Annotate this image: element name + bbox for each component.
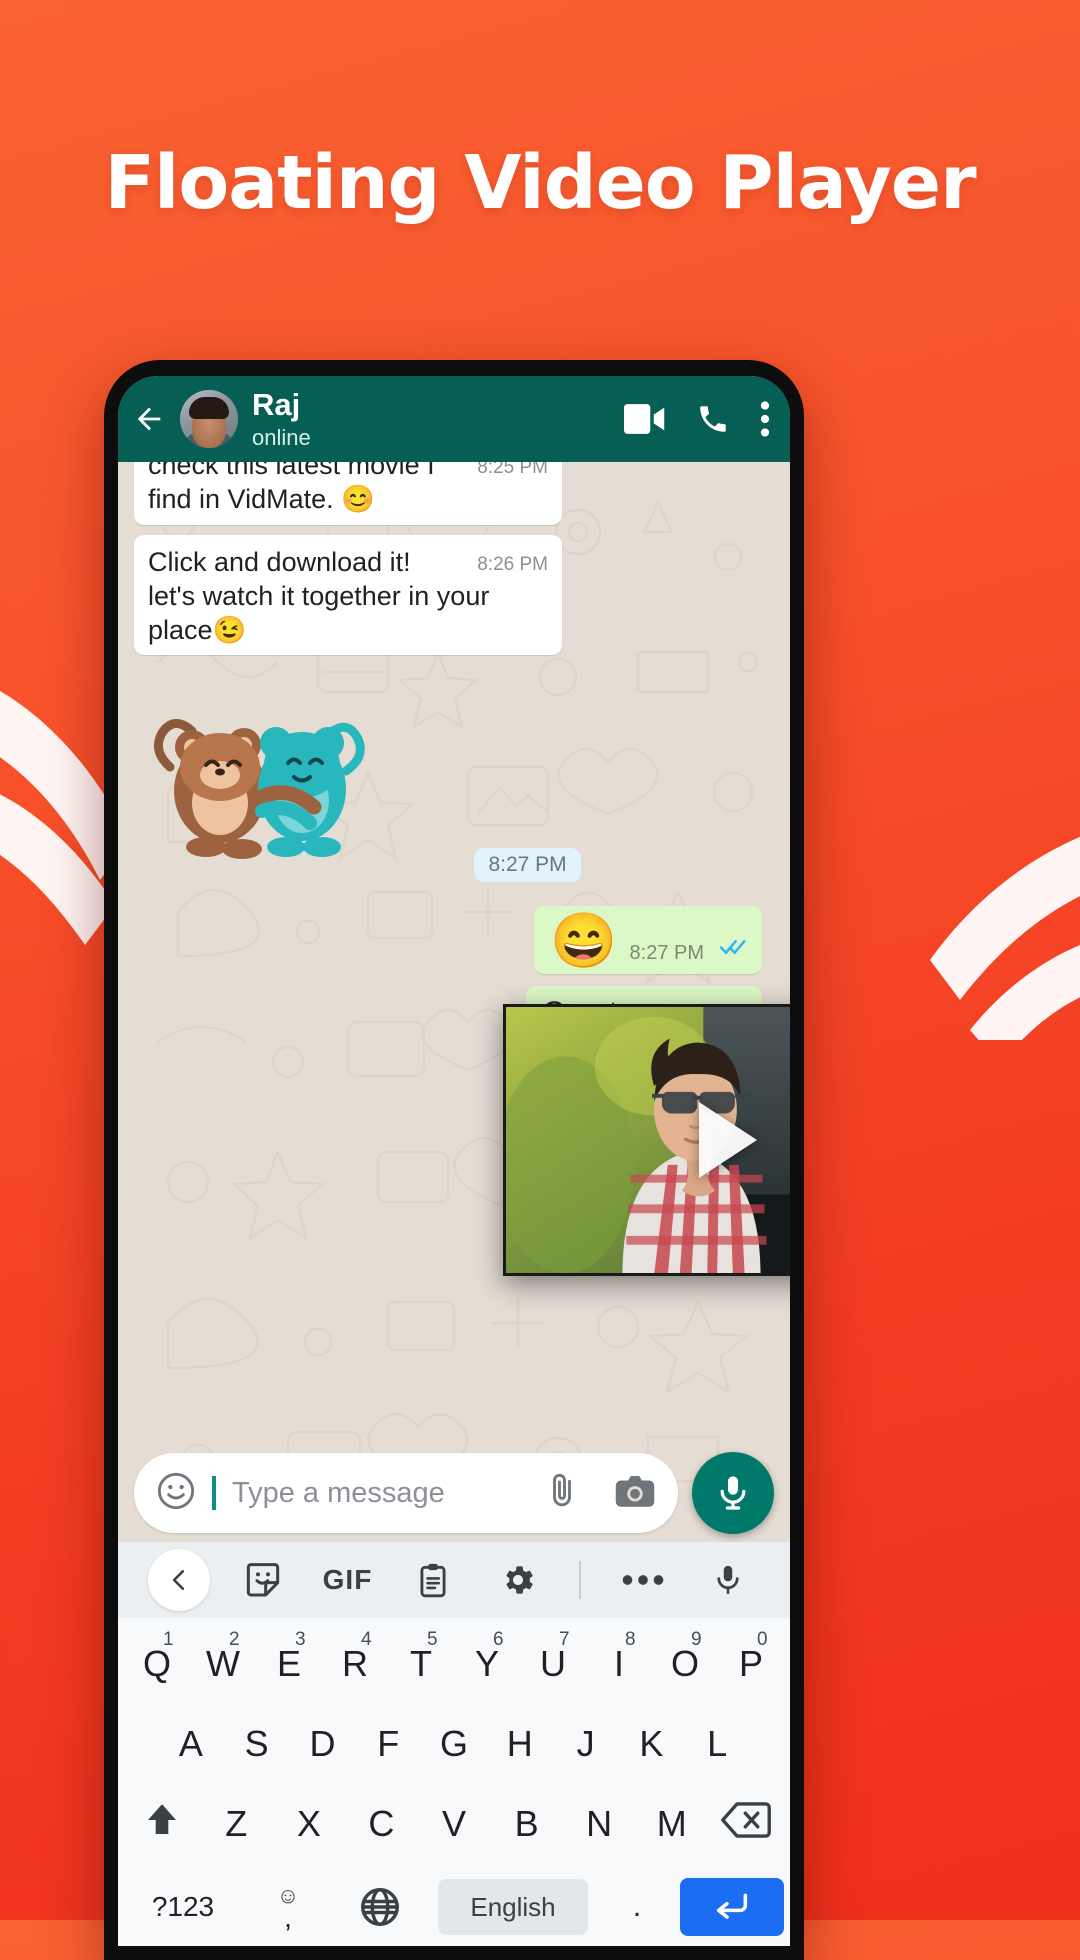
key-v[interactable]: V — [418, 1803, 491, 1845]
key-p[interactable]: 0P — [718, 1629, 784, 1685]
contact-info[interactable]: Raj online — [252, 389, 610, 449]
key-m[interactable]: M — [635, 1803, 708, 1845]
chat-header: Raj online — [118, 376, 790, 462]
avatar[interactable] — [180, 390, 238, 448]
enter-arrow-icon — [716, 1893, 748, 1919]
key-j[interactable]: J — [553, 1723, 619, 1765]
gear-icon[interactable] — [475, 1561, 560, 1599]
more-vertical-icon[interactable] — [760, 400, 770, 438]
key-f[interactable]: F — [355, 1723, 421, 1765]
key-y[interactable]: 6Y — [454, 1629, 520, 1685]
microphone-icon — [720, 1476, 746, 1510]
shift-arrow-icon[interactable] — [124, 1799, 200, 1850]
key-q[interactable]: 1Q — [124, 1629, 190, 1685]
play-triangle-icon[interactable] — [699, 1102, 757, 1178]
keyboard-row-2: A S D F G H J K L — [124, 1704, 784, 1784]
message-bubble-incoming[interactable]: 8:26 PM Click and download it! let's wat… — [134, 534, 562, 656]
microphone-button[interactable] — [692, 1452, 774, 1534]
message-bubble-incoming[interactable]: 8:25 PM check this latest movie I find i… — [134, 462, 562, 525]
page-title: Floating Video Player — [104, 140, 976, 226]
video-camera-icon[interactable] — [624, 404, 666, 434]
keyboard-row-1: 1Q 2W 3E 4R 5T 6Y 7U 8I 9O 0P — [124, 1624, 784, 1704]
key-d[interactable]: D — [290, 1723, 356, 1765]
keyboard-row-3: Z X C V B N M — [124, 1784, 784, 1864]
message-input-bar: Type a message — [118, 1444, 790, 1542]
backspace-icon[interactable] — [708, 1800, 784, 1849]
key-x[interactable]: X — [273, 1803, 346, 1845]
key-c[interactable]: C — [345, 1803, 418, 1845]
key-l[interactable]: L — [684, 1723, 750, 1765]
key-a[interactable]: A — [158, 1723, 224, 1765]
paperclip-icon[interactable] — [542, 1471, 582, 1516]
keyboard-row-4: ?123 ☺ , English . — [124, 1864, 784, 1946]
key-space[interactable]: English — [438, 1879, 588, 1935]
key-period[interactable]: . — [600, 1890, 674, 1924]
text-cursor — [212, 1476, 216, 1510]
key-symbols[interactable]: ?123 — [124, 1891, 242, 1923]
camera-icon[interactable] — [614, 1473, 656, 1514]
message-time: 8:25 PM — [477, 462, 548, 478]
on-screen-keyboard[interactable]: GIF 1Q 2W 3E 4 R 5 T 6 Y 7 U 8 I 9 O 0 P… — [118, 1542, 790, 1946]
message-bubble-outgoing[interactable]: 😄 8:27 PM — [534, 906, 762, 975]
search-input-container[interactable]: Type a message — [134, 1453, 678, 1533]
read-receipt-icon — [719, 930, 750, 964]
key-w[interactable]: 2W — [190, 1629, 256, 1685]
contact-name: Raj — [252, 387, 301, 423]
key-k[interactable]: K — [618, 1723, 684, 1765]
key-b[interactable]: B — [490, 1803, 563, 1845]
key-i[interactable]: 8I — [586, 1629, 652, 1685]
gif-icon[interactable]: GIF — [305, 1564, 390, 1596]
message-emoji: 😄 — [550, 911, 618, 972]
phone-mockup: Raj online 8:25 PM check this latest mov… — [104, 360, 804, 1960]
message-time: 8:26 PM — [477, 553, 548, 575]
smiley-icon[interactable] — [156, 1471, 196, 1516]
key-u[interactable]: 7U — [520, 1629, 586, 1685]
clipboard-icon[interactable] — [390, 1561, 475, 1599]
floating-video-player[interactable] — [503, 1004, 790, 1276]
key-r[interactable]: 4R — [322, 1629, 388, 1685]
message-text: Click and download it! let's watch it to… — [148, 546, 490, 646]
message-text: check this latest movie I find in VidMat… — [148, 462, 435, 515]
key-z[interactable]: Z — [200, 1803, 273, 1845]
message-input-placeholder[interactable]: Type a message — [232, 1477, 526, 1510]
chevron-left-icon[interactable] — [138, 1549, 220, 1611]
keyboard-toolbar: GIF — [118, 1542, 790, 1618]
globe-icon[interactable] — [334, 1885, 426, 1929]
phone-screen: Raj online 8:25 PM check this latest mov… — [118, 376, 790, 1946]
key-comma[interactable]: ☺ , — [242, 1884, 334, 1931]
back-arrow-icon[interactable] — [132, 402, 166, 436]
key-s[interactable]: S — [224, 1723, 290, 1765]
more-horizontal-icon[interactable] — [600, 1574, 685, 1586]
decor-ribbon-right — [930, 837, 1080, 1040]
key-g[interactable]: G — [421, 1723, 487, 1765]
phone-icon[interactable] — [696, 402, 730, 436]
microphone-icon[interactable] — [685, 1562, 770, 1598]
key-e[interactable]: 3E — [256, 1629, 322, 1685]
key-o[interactable]: 9O — [652, 1629, 718, 1685]
hugging-bears-sticker — [153, 719, 365, 860]
key-t[interactable]: 5T — [388, 1629, 454, 1685]
toolbar-divider — [560, 1561, 600, 1599]
message-time: 8:27 PM — [629, 942, 704, 965]
contact-status: online — [252, 424, 311, 450]
key-n[interactable]: N — [563, 1803, 636, 1845]
message-bubble-sticker[interactable]: 8:27 PM — [132, 671, 776, 883]
sticker-icon[interactable] — [220, 1560, 305, 1600]
key-enter[interactable] — [680, 1878, 784, 1936]
key-h[interactable]: H — [487, 1723, 553, 1765]
message-time: 8:27 PM — [474, 848, 581, 883]
